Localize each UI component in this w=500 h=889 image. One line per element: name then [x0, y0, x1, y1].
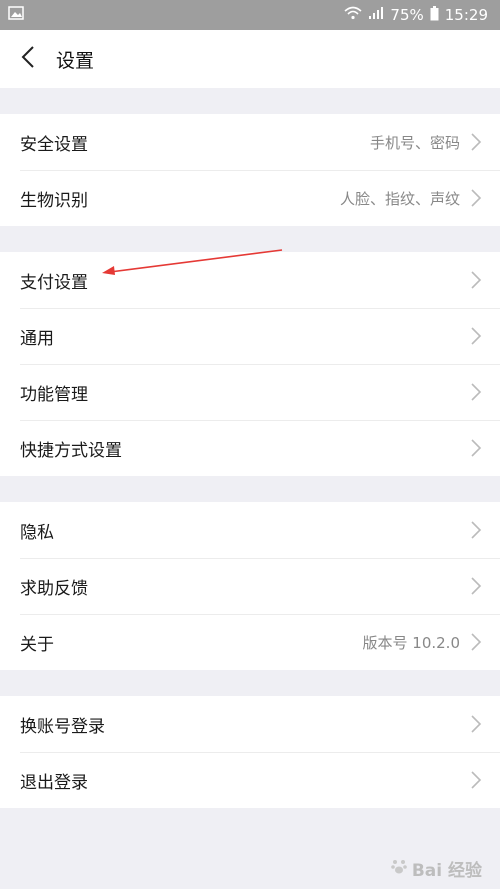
page-title: 设置	[56, 49, 95, 72]
chevron-right-icon	[470, 714, 482, 734]
settings-group-support: 隐私 求助反馈 关于 版本号 10.2.0	[0, 502, 500, 670]
settings-item-payment[interactable]: 支付设置	[0, 252, 500, 308]
clock: 15:29	[444, 6, 488, 24]
settings-item-label: 求助反馈	[20, 578, 88, 599]
settings-item-about[interactable]: 关于 版本号 10.2.0	[0, 614, 500, 670]
settings-item-switch-account[interactable]: 换账号登录	[0, 696, 500, 752]
chevron-right-icon	[470, 188, 482, 208]
watermark-text: Bai 经验	[411, 861, 482, 881]
status-bar: 75% 15:29	[0, 0, 500, 30]
watermark: Bai 经验	[390, 856, 482, 881]
chevron-right-icon	[470, 770, 482, 790]
settings-item-label: 通用	[20, 328, 54, 349]
chevron-right-icon	[470, 270, 482, 290]
settings-item-label: 生物识别	[20, 190, 88, 211]
settings-item-shortcuts[interactable]: 快捷方式设置	[0, 420, 500, 476]
settings-item-privacy[interactable]: 隐私	[0, 502, 500, 558]
settings-item-label: 退出登录	[20, 772, 88, 793]
settings-item-logout[interactable]: 退出登录	[0, 752, 500, 808]
settings-item-hint: 人脸、指纹、声纹	[339, 189, 460, 208]
settings-item-label: 安全设置	[20, 134, 88, 155]
settings-group-account-actions: 换账号登录 退出登录	[0, 696, 500, 808]
back-button[interactable]	[0, 30, 56, 88]
chevron-right-icon	[470, 132, 482, 152]
chevron-right-icon	[470, 438, 482, 458]
paw-icon	[390, 857, 408, 880]
settings-item-label: 功能管理	[20, 384, 88, 405]
settings-item-security[interactable]: 安全设置 手机号、密码	[0, 114, 500, 170]
chevron-right-icon	[470, 382, 482, 402]
settings-item-label: 隐私	[20, 522, 54, 543]
settings-group-account: 安全设置 手机号、密码 生物识别 人脸、指纹、声纹	[0, 114, 500, 226]
back-arrow-icon	[21, 45, 35, 73]
signal-icon	[368, 6, 384, 24]
chevron-right-icon	[470, 520, 482, 540]
gallery-notification-icon	[8, 6, 24, 24]
app-bar: 设置	[0, 30, 500, 88]
chevron-right-icon	[470, 326, 482, 346]
battery-icon	[430, 5, 439, 25]
settings-item-feedback[interactable]: 求助反馈	[0, 558, 500, 614]
chevron-right-icon	[470, 632, 482, 652]
settings-item-biometrics[interactable]: 生物识别 人脸、指纹、声纹	[0, 170, 500, 226]
version-label: 版本号 10.2.0	[362, 633, 460, 652]
wifi-icon	[344, 6, 362, 24]
settings-item-general[interactable]: 通用	[0, 308, 500, 364]
settings-item-label: 支付设置	[20, 272, 88, 293]
settings-item-hint: 手机号、密码	[369, 133, 460, 152]
settings-group-general: 支付设置 通用 功能管理 快捷方式设置	[0, 252, 500, 476]
settings-item-label: 快捷方式设置	[20, 440, 122, 461]
settings-item-label: 关于	[20, 634, 54, 655]
chevron-right-icon	[470, 576, 482, 596]
settings-item-label: 换账号登录	[20, 716, 105, 737]
battery-percent: 75%	[390, 6, 424, 24]
settings-item-feature-management[interactable]: 功能管理	[0, 364, 500, 420]
